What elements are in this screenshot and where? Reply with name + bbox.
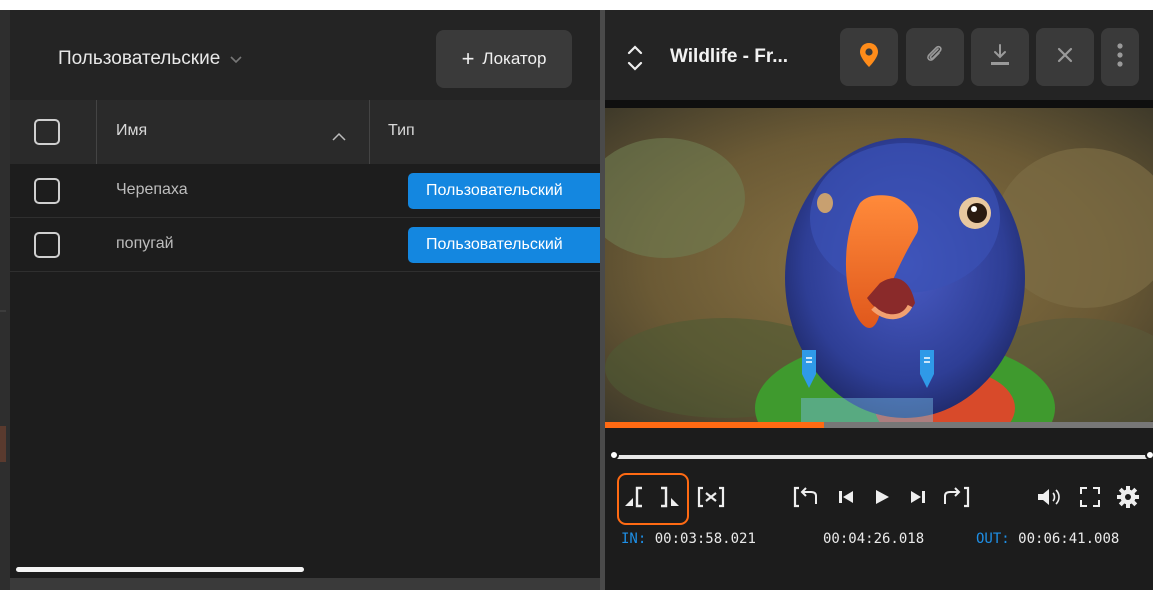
table-row[interactable]: Черепаха Пользовательский bbox=[10, 164, 604, 218]
current-timecode: 00:04:26.018 bbox=[823, 531, 925, 547]
row-type-badge[interactable]: Пользовательский bbox=[408, 173, 604, 209]
go-to-out-button[interactable] bbox=[937, 484, 973, 514]
step-back-button[interactable] bbox=[831, 484, 861, 514]
plus-icon: + bbox=[461, 46, 475, 71]
table-row[interactable]: попугай Пользовательский bbox=[10, 218, 604, 272]
mark-in-icon bbox=[623, 484, 651, 515]
playback-progress-fill bbox=[605, 422, 825, 428]
add-locator-button[interactable]: + Локатор bbox=[436, 30, 572, 88]
row-type-badge[interactable]: Пользовательский bbox=[408, 227, 604, 263]
locator-marker[interactable] bbox=[918, 348, 936, 390]
edge-mark bbox=[0, 426, 6, 462]
row-checkbox[interactable] bbox=[34, 178, 60, 204]
volume-button[interactable] bbox=[1033, 484, 1067, 514]
column-header-name[interactable]: Имя bbox=[116, 122, 147, 140]
column-separator bbox=[96, 100, 97, 164]
column-header-type[interactable]: Тип bbox=[388, 122, 415, 140]
close-button[interactable] bbox=[1036, 28, 1094, 86]
left-edge-strip bbox=[0, 10, 10, 590]
locator-filter-label: Пользовательские bbox=[58, 48, 221, 69]
clip-title: Wildlife - Fr... bbox=[670, 46, 789, 67]
out-value: 00:06:41.008 bbox=[1018, 531, 1120, 547]
in-out-range-highlight bbox=[801, 398, 933, 422]
location-pin-icon bbox=[859, 42, 879, 73]
mark-out-icon bbox=[657, 484, 685, 515]
chevron-down-icon bbox=[230, 52, 242, 67]
add-locator-label: Локатор bbox=[482, 49, 547, 68]
chevron-up-down-icon[interactable] bbox=[625, 38, 645, 78]
in-value: 00:03:58.021 bbox=[654, 531, 756, 547]
timeline-end-handle[interactable] bbox=[1145, 450, 1153, 460]
in-label: IN: bbox=[621, 531, 647, 547]
locators-header: Пользовательские + Локатор bbox=[10, 10, 600, 100]
out-label: OUT: bbox=[976, 531, 1010, 547]
window-top-edge bbox=[0, 0, 1153, 10]
row-name: попугай bbox=[116, 235, 174, 252]
go-to-out-icon bbox=[939, 484, 971, 515]
locator-marker[interactable] bbox=[800, 348, 818, 390]
video-top-border bbox=[605, 100, 1153, 108]
playback-progress-bar[interactable] bbox=[605, 422, 1153, 428]
fullscreen-button[interactable] bbox=[1075, 484, 1105, 514]
link-icon bbox=[924, 44, 946, 71]
table-header: Имя Тип bbox=[10, 100, 600, 164]
go-to-in-icon bbox=[792, 484, 824, 515]
out-timecode: OUT: 00:06:41.008 bbox=[976, 531, 1119, 547]
timeline-start-handle[interactable] bbox=[609, 450, 619, 460]
download-icon bbox=[989, 43, 1011, 72]
play-button[interactable] bbox=[867, 484, 897, 514]
fullscreen-icon bbox=[1078, 485, 1102, 514]
settings-icon bbox=[1116, 485, 1140, 514]
edge-mark bbox=[0, 310, 6, 312]
bottom-strip bbox=[10, 578, 600, 590]
more-options-button[interactable] bbox=[1101, 28, 1139, 86]
volume-icon bbox=[1035, 486, 1065, 513]
download-button[interactable] bbox=[971, 28, 1029, 86]
mark-in-button[interactable] bbox=[621, 484, 653, 514]
player-header: Wildlife - Fr... bbox=[605, 10, 1153, 100]
horizontal-scrollbar-thumb[interactable] bbox=[16, 567, 304, 572]
column-separator bbox=[369, 100, 370, 164]
step-back-icon bbox=[836, 487, 856, 512]
mark-out-button[interactable] bbox=[655, 484, 687, 514]
row-name: Черепаха bbox=[116, 181, 188, 198]
select-all-checkbox[interactable] bbox=[34, 119, 60, 145]
locators-panel: Пользовательские + Локатор Имя Тип Череп… bbox=[10, 10, 604, 578]
settings-button[interactable] bbox=[1113, 484, 1143, 514]
close-icon bbox=[1056, 46, 1074, 69]
video-frame[interactable] bbox=[605, 108, 1153, 422]
location-pin-button[interactable] bbox=[840, 28, 898, 86]
link-button[interactable] bbox=[906, 28, 964, 86]
more-vertical-icon bbox=[1117, 42, 1123, 72]
row-checkbox[interactable] bbox=[34, 232, 60, 258]
video-image bbox=[605, 108, 1153, 422]
timeline-track[interactable] bbox=[613, 455, 1153, 459]
player-panel: Wildlife - Fr... IN: 00:03:58.021 00:04:… bbox=[605, 10, 1153, 590]
clear-marks-icon bbox=[696, 484, 726, 515]
step-forward-icon bbox=[908, 487, 928, 512]
go-to-in-button[interactable] bbox=[790, 484, 826, 514]
step-forward-button[interactable] bbox=[903, 484, 933, 514]
locator-filter-dropdown[interactable]: Пользовательские bbox=[58, 48, 242, 70]
play-icon bbox=[873, 487, 891, 512]
in-timecode: IN: 00:03:58.021 bbox=[621, 531, 756, 547]
clear-marks-button[interactable] bbox=[695, 484, 727, 514]
sort-ascending-icon[interactable] bbox=[332, 128, 346, 146]
